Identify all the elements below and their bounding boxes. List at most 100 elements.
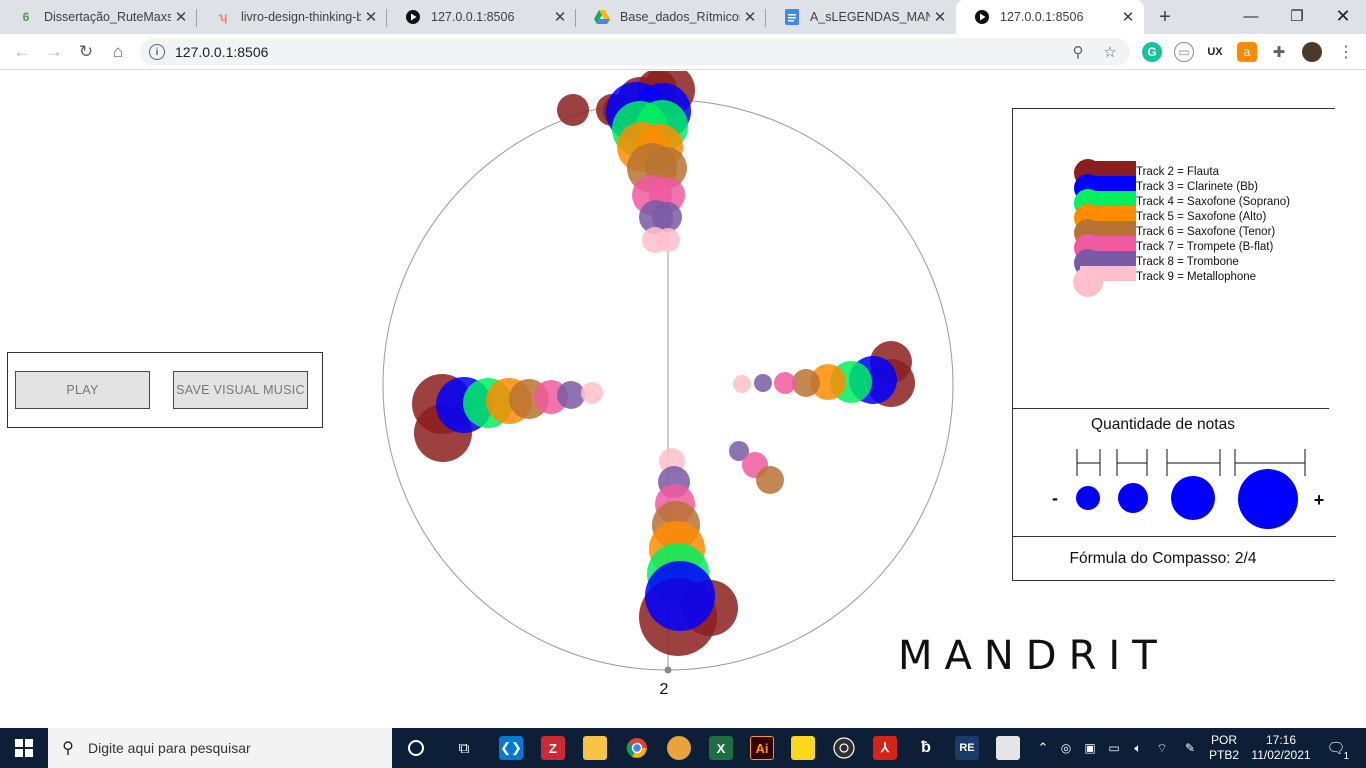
- zotero-icon[interactable]: Z: [541, 736, 565, 760]
- legend-swatch-cap: [1073, 267, 1103, 297]
- shopping-extension-icon[interactable]: a: [1237, 42, 1257, 62]
- clock[interactable]: 17:16 11/02/2021: [1248, 728, 1314, 768]
- keyboard-layout: PTB2: [1208, 748, 1239, 762]
- forward-button[interactable]: →: [42, 40, 66, 64]
- note-circle: [557, 94, 589, 126]
- bookmark-star-icon[interactable]: ☆: [1100, 42, 1120, 62]
- tray-chevron-icon[interactable]: ⌃: [1034, 728, 1052, 768]
- legend-track-8: Track 8 = Trombone: [1136, 256, 1239, 268]
- vscode-icon[interactable]: ❮❯: [499, 736, 523, 760]
- clock-time: 17:16: [1265, 733, 1297, 747]
- play-button[interactable]: PLAY: [15, 371, 150, 409]
- illustrator-icon[interactable]: Ai: [750, 736, 774, 760]
- zoom-icon[interactable]: ⚲: [1068, 42, 1088, 62]
- close-window-button[interactable]: ✕: [1320, 0, 1366, 32]
- duration-bracket-1: [1076, 449, 1101, 476]
- document-extension-icon[interactable]: ▭: [1174, 42, 1194, 62]
- legend-track-6: Track 6 = Saxofone (Tenor): [1136, 226, 1276, 238]
- pen-icon[interactable]: ✎: [1180, 728, 1200, 768]
- tab-title: A_sLEGENDAS_MANDR: [810, 10, 930, 24]
- windows-taskbar: ⚲ Digite aqui para pesquisar ⧉ ❮❯ Z X Ai…: [0, 728, 1366, 768]
- note-circles: [412, 71, 915, 656]
- note-circle: [645, 561, 715, 631]
- duration-bracket-2: [1116, 449, 1148, 476]
- app-content: PLAY SAVE VISUAL MUSIC 1 2 Track 2 = Fla…: [0, 71, 1366, 728]
- visual-music-canvas: 1 2: [382, 71, 954, 698]
- search-icon: ⚲: [62, 740, 74, 757]
- scale-minus: -: [1052, 488, 1058, 508]
- site-info-icon[interactable]: i: [149, 44, 165, 60]
- tab-3[interactable]: 127.0.0.1:8506 ✕: [387, 0, 576, 34]
- windows-logo-icon: [15, 739, 33, 757]
- save-visual-music-button[interactable]: SAVE VISUAL MUSIC: [173, 371, 308, 409]
- brand-logo-text: MANDRIT: [898, 633, 1169, 679]
- document-viewer-icon[interactable]: [996, 736, 1020, 760]
- tab-2[interactable]: ʮ livro-design-thinking-b ✕: [197, 0, 387, 34]
- streamlit-icon: [974, 9, 990, 25]
- legend-track-4: Track 4 = Saxofone (Soprano): [1136, 196, 1290, 208]
- streamlit-icon: [405, 9, 421, 25]
- ux-extension-icon[interactable]: UX: [1205, 42, 1225, 62]
- url-text[interactable]: 127.0.0.1:8506: [175, 44, 268, 60]
- duration-bracket-3: [1166, 449, 1221, 476]
- measure-label-bottom: 2: [660, 681, 669, 698]
- legend-panel: Track 2 = Flauta Track 3 = Clarinete (Bb…: [1012, 108, 1336, 581]
- tab-1[interactable]: 6 Dissertação_RuteMaxsu ✕: [0, 0, 197, 34]
- reload-button[interactable]: ↻: [74, 40, 98, 64]
- close-icon[interactable]: ✕: [550, 7, 570, 27]
- close-icon[interactable]: ✕: [930, 7, 950, 27]
- obs-icon[interactable]: [832, 736, 856, 760]
- close-icon[interactable]: ✕: [361, 7, 381, 27]
- battery-icon[interactable]: ▭: [1104, 728, 1124, 768]
- tab-4[interactable]: Base_dados_Rítmicos - ✕: [576, 0, 766, 34]
- tab-strip: 6 Dissertação_RuteMaxsu ✕ ʮ livro-design…: [0, 0, 1366, 34]
- grammarly-icon[interactable]: G: [1142, 42, 1162, 62]
- legend-track-2: Track 2 = Flauta: [1136, 166, 1219, 178]
- time-signature-label: Fórmula do Compasso: 2/4: [1069, 550, 1257, 567]
- tab-5[interactable]: A_sLEGENDAS_MANDR ✕: [766, 0, 956, 34]
- tab-6-active[interactable]: 127.0.0.1:8506 ✕: [956, 0, 1144, 34]
- windows-start-button[interactable]: [0, 728, 48, 768]
- acrobat-icon[interactable]: ⅄: [873, 736, 897, 760]
- address-bar[interactable]: i 127.0.0.1:8506 ⚲ ☆: [140, 38, 1130, 66]
- note-circle: [792, 369, 820, 397]
- tray-icon-2[interactable]: ▣: [1080, 728, 1100, 768]
- taskbar-search-placeholder[interactable]: Digite aqui para pesquisar: [88, 740, 251, 756]
- close-icon[interactable]: ✕: [171, 7, 191, 27]
- reaper-icon[interactable]: RE: [955, 736, 979, 760]
- home-button[interactable]: ⌂: [106, 40, 130, 64]
- cortana-icon[interactable]: [404, 736, 428, 760]
- size-sample-1: [1076, 486, 1100, 510]
- file-explorer-icon[interactable]: [583, 736, 607, 760]
- legend-track-5: Track 5 = Saxofone (Alto): [1136, 211, 1267, 223]
- docs-icon: [784, 9, 800, 25]
- profile-avatar[interactable]: [1302, 42, 1322, 62]
- extensions-puzzle-icon[interactable]: ✚: [1269, 42, 1289, 62]
- close-icon[interactable]: ✕: [1118, 7, 1138, 27]
- browser-menu-icon[interactable]: ⋮: [1336, 42, 1356, 62]
- chrome-icon[interactable]: [625, 736, 649, 760]
- volume-icon[interactable]: 🔈︎: [1128, 728, 1148, 768]
- maximize-button[interactable]: ❐: [1274, 0, 1320, 32]
- taskbar-search-box[interactable]: ⚲ Digite aqui para pesquisar: [48, 728, 392, 768]
- minimize-button[interactable]: —: [1228, 0, 1274, 32]
- task-view-icon[interactable]: ⧉: [452, 736, 476, 760]
- legend-track-3: Track 3 = Clarinete (Bb): [1136, 181, 1258, 193]
- new-tab-button[interactable]: +: [1153, 5, 1177, 29]
- network-icon[interactable]: ⌔: [1152, 728, 1172, 768]
- excel-icon[interactable]: X: [709, 736, 733, 760]
- close-icon[interactable]: ✕: [740, 7, 760, 27]
- note-circle: [774, 372, 796, 394]
- back-button[interactable]: ←: [10, 40, 34, 64]
- sticky-notes-icon[interactable]: [791, 736, 815, 760]
- language-indicator[interactable]: POR PTB2: [1204, 728, 1244, 768]
- bottom-marker: [664, 666, 672, 674]
- notification-center-icon[interactable]: 🗨︎ 1: [1320, 728, 1352, 768]
- note-circle: [557, 381, 585, 409]
- controls-panel: PLAY SAVE VISUAL MUSIC: [7, 352, 323, 428]
- notes-quantity-title: Quantidade de notas: [1091, 416, 1235, 433]
- vpn-app-icon[interactable]: [667, 736, 691, 760]
- note-circle: [656, 228, 680, 252]
- tray-icon-1[interactable]: ◎: [1056, 728, 1076, 768]
- notes-app-icon[interactable]: ƀ: [914, 736, 938, 760]
